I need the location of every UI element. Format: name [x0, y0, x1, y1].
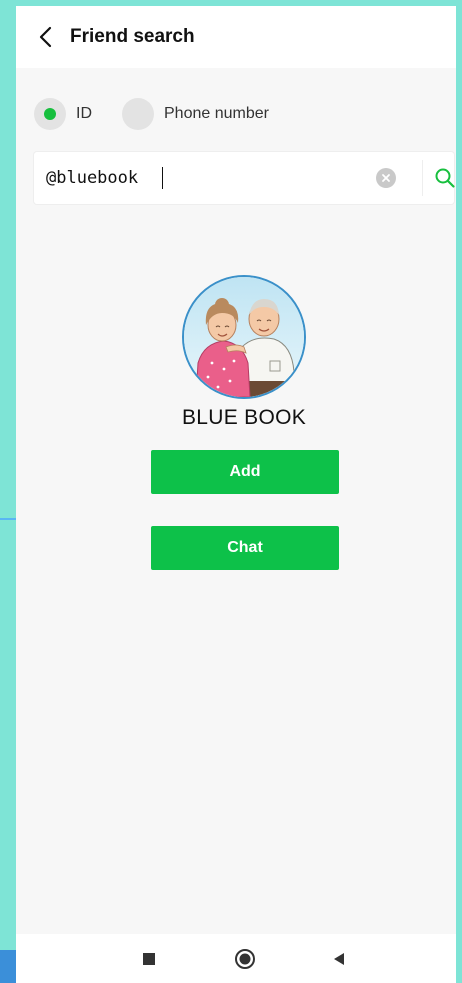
radio-label-id: ID: [76, 105, 92, 122]
clear-icon[interactable]: [376, 168, 396, 188]
background-block: [0, 950, 16, 983]
search-type-selector: ID Phone number: [34, 98, 269, 130]
recent-apps-icon: [143, 953, 155, 965]
home-icon: [235, 949, 255, 969]
app-screen: Friend search ID Phone number @bluebook …: [16, 6, 456, 983]
app-header: Friend search: [16, 6, 456, 68]
text-cursor: [162, 167, 163, 189]
system-nav-bar: [16, 934, 456, 983]
search-icon: [435, 168, 455, 188]
recent-apps-button[interactable]: [136, 946, 162, 972]
search-button[interactable]: [432, 165, 456, 191]
add-button-label: Add: [229, 463, 261, 480]
page-title: Friend search: [70, 26, 195, 47]
search-divider: [422, 160, 423, 196]
profile-avatar: [182, 275, 306, 399]
radio-selected-icon: [34, 98, 66, 130]
radio-option-id[interactable]: ID: [34, 98, 92, 130]
search-input[interactable]: [46, 165, 346, 191]
chevron-left-icon: [39, 26, 52, 48]
radio-unselected-icon: [122, 98, 154, 130]
nav-back-button[interactable]: [326, 946, 352, 972]
back-icon: [334, 953, 344, 965]
profile-name: BLUE BOOK: [181, 406, 307, 429]
add-friend-button[interactable]: Add: [151, 450, 339, 494]
chat-button[interactable]: Chat: [151, 526, 339, 570]
background-line: [0, 518, 16, 520]
radio-label-phone-number: Phone number: [164, 105, 269, 122]
chat-button-label: Chat: [227, 539, 263, 556]
back-button[interactable]: [30, 20, 60, 54]
home-button[interactable]: [232, 946, 258, 972]
search-box: [34, 152, 456, 204]
elderly-couple-avatar-icon: [184, 277, 304, 397]
radio-option-phone-number[interactable]: Phone number: [122, 98, 269, 130]
